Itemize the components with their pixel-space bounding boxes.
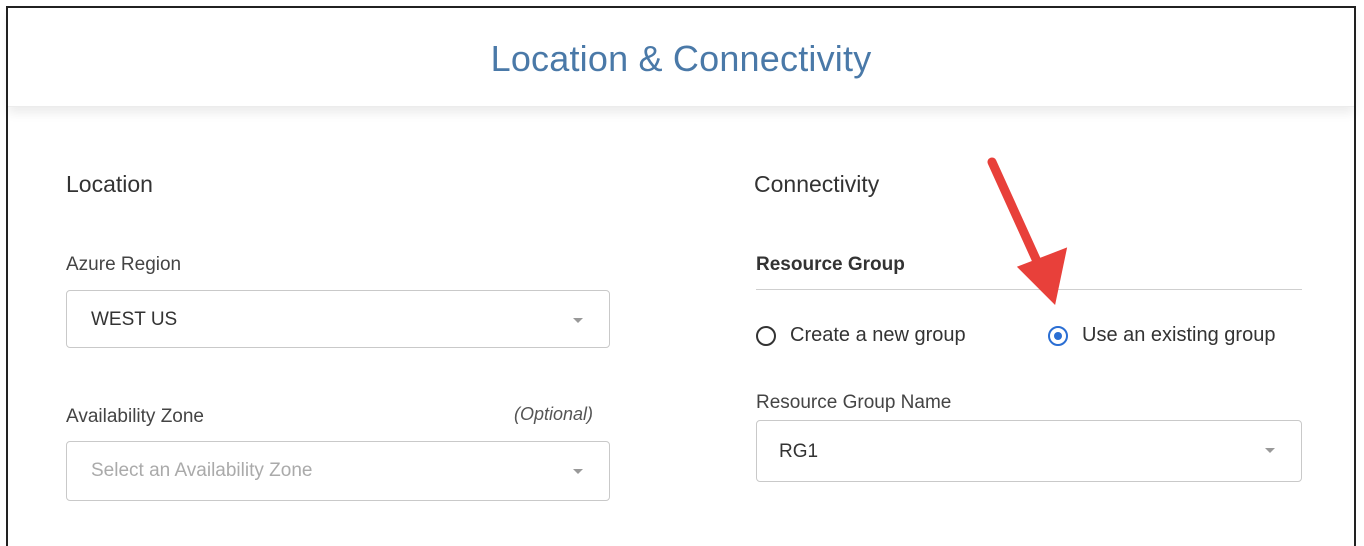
- connectivity-section-title: Connectivity: [754, 171, 880, 197]
- radio-label: Use an existing group: [1082, 324, 1276, 346]
- wizard-panel: Location & Connectivity Location Azure R…: [6, 6, 1356, 546]
- resource-group-name-value: RG1: [779, 441, 819, 462]
- chevron-down-icon: [1265, 448, 1275, 453]
- resource-group-name-label: Resource Group Name: [756, 392, 952, 413]
- page-title: Location & Connectivity: [490, 38, 872, 79]
- panel-header: Location & Connectivity: [8, 8, 1354, 107]
- optional-hint: (Optional): [514, 404, 594, 424]
- availability-zone-label: Availability Zone: [66, 406, 205, 427]
- resource-group-heading: Resource Group: [756, 254, 905, 275]
- radio-label: Create a new group: [790, 324, 966, 346]
- radio-unchecked-icon: [756, 325, 776, 346]
- availability-zone-select[interactable]: Select an Availability Zone: [66, 441, 610, 501]
- radio-checked-icon: [1048, 325, 1068, 346]
- availability-zone-placeholder: Select an Availability Zone: [91, 460, 313, 481]
- azure-region-value: WEST US: [91, 309, 178, 330]
- chevron-down-icon: [573, 469, 583, 474]
- radio-use-existing-group[interactable]: Use an existing group: [1048, 324, 1275, 347]
- location-section-title: Location: [66, 171, 153, 197]
- radio-create-new-group[interactable]: Create a new group: [756, 324, 966, 347]
- azure-region-label: Azure Region: [66, 254, 182, 275]
- chevron-down-icon: [573, 318, 583, 323]
- azure-region-select[interactable]: WEST US: [66, 290, 610, 348]
- resource-group-name-select[interactable]: RG1: [756, 420, 1302, 482]
- annotation-arrow-icon: [987, 157, 1068, 305]
